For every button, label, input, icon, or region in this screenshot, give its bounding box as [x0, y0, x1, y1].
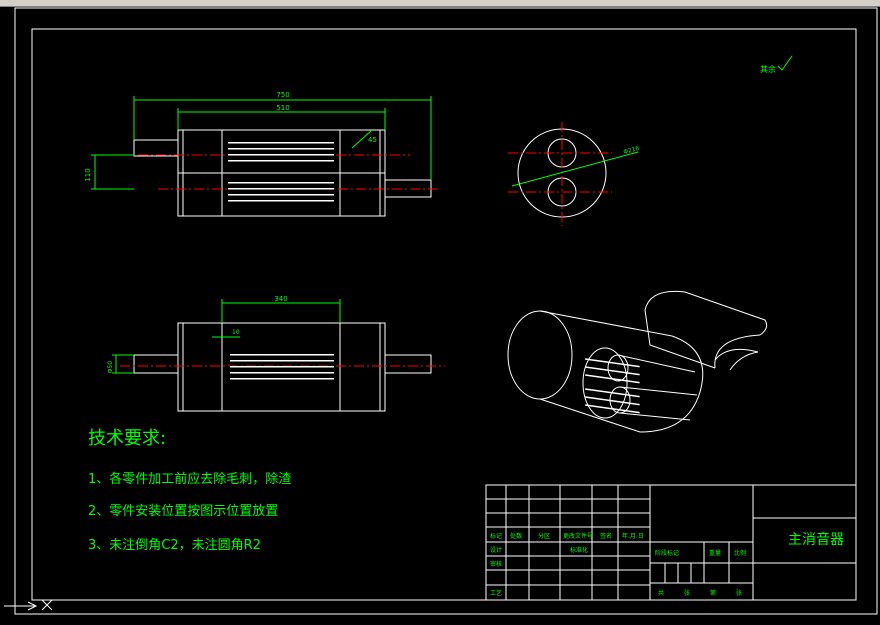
svg-text:审核: 审核	[490, 560, 502, 568]
dim-offset: 110	[84, 168, 92, 181]
surface-roughness-note: 其余	[760, 55, 793, 74]
dim-diameter: Φ216	[623, 145, 641, 156]
dim-overall-length: 750	[276, 91, 289, 99]
dim-gap: 10	[232, 329, 240, 336]
svg-text:比例: 比例	[734, 549, 746, 557]
tech-req-heading: 技术要求:	[88, 428, 166, 449]
side-view: Φ216	[508, 122, 640, 226]
svg-text:签名: 签名	[600, 532, 612, 540]
title-block: 标记 处数 分区 更改文件号 签名 年.月.日 设计 标准化 阶段标记 重量 比…	[485, 484, 857, 601]
svg-text:其余: 其余	[760, 64, 776, 74]
svg-text:共: 共	[658, 589, 664, 597]
perforation-pattern	[228, 142, 334, 202]
cad-drawing-canvas[interactable]: 750 510 110 45 Φ216 其余 340 10 Φ50 技术要求: …	[0, 0, 880, 625]
svg-text:第: 第	[710, 589, 716, 597]
outer-frame	[14, 7, 878, 615]
svg-text:更改文件号: 更改文件号	[563, 532, 593, 540]
svg-text:分区: 分区	[538, 532, 550, 540]
svg-text:工艺: 工艺	[490, 589, 502, 597]
perforation-pattern	[585, 358, 640, 414]
dim-inner-length: 340	[274, 295, 287, 303]
tech-req-item-1: 1、各零件加工前应去除毛刺，除渣	[88, 471, 291, 487]
perforation-pattern	[230, 354, 334, 380]
dim-angle-note: 45	[368, 136, 377, 144]
tech-req-item-3: 3、未注倒角C2，未注圆角R2	[88, 538, 261, 553]
isometric-view	[507, 290, 768, 433]
dim-body-length: 510	[276, 104, 289, 112]
svg-text:处数: 处数	[510, 532, 522, 540]
tech-req-item-2: 2、零件安装位置按图示位置放置	[88, 504, 278, 519]
svg-text:重量: 重量	[709, 549, 721, 557]
front-view: 750 510 110 45	[84, 91, 440, 217]
svg-text:标准化: 标准化	[570, 546, 588, 554]
svg-text:阶段标记: 阶段标记	[655, 549, 679, 557]
svg-text:张: 张	[684, 589, 690, 597]
part-name: 主消音器	[788, 531, 844, 548]
svg-text:年.月.日: 年.月.日	[622, 532, 644, 540]
svg-text:设计: 设计	[490, 546, 502, 554]
ucs-icon	[4, 599, 53, 611]
svg-text:标记: 标记	[490, 532, 502, 540]
top-view: 340 10 Φ50	[107, 295, 445, 412]
technical-requirements: 技术要求: 1、各零件加工前应去除毛刺，除渣 2、零件安装位置按图示位置放置 3…	[88, 428, 291, 553]
dim-pipe-diameter: Φ50	[107, 361, 114, 374]
svg-text:张: 张	[736, 589, 742, 597]
